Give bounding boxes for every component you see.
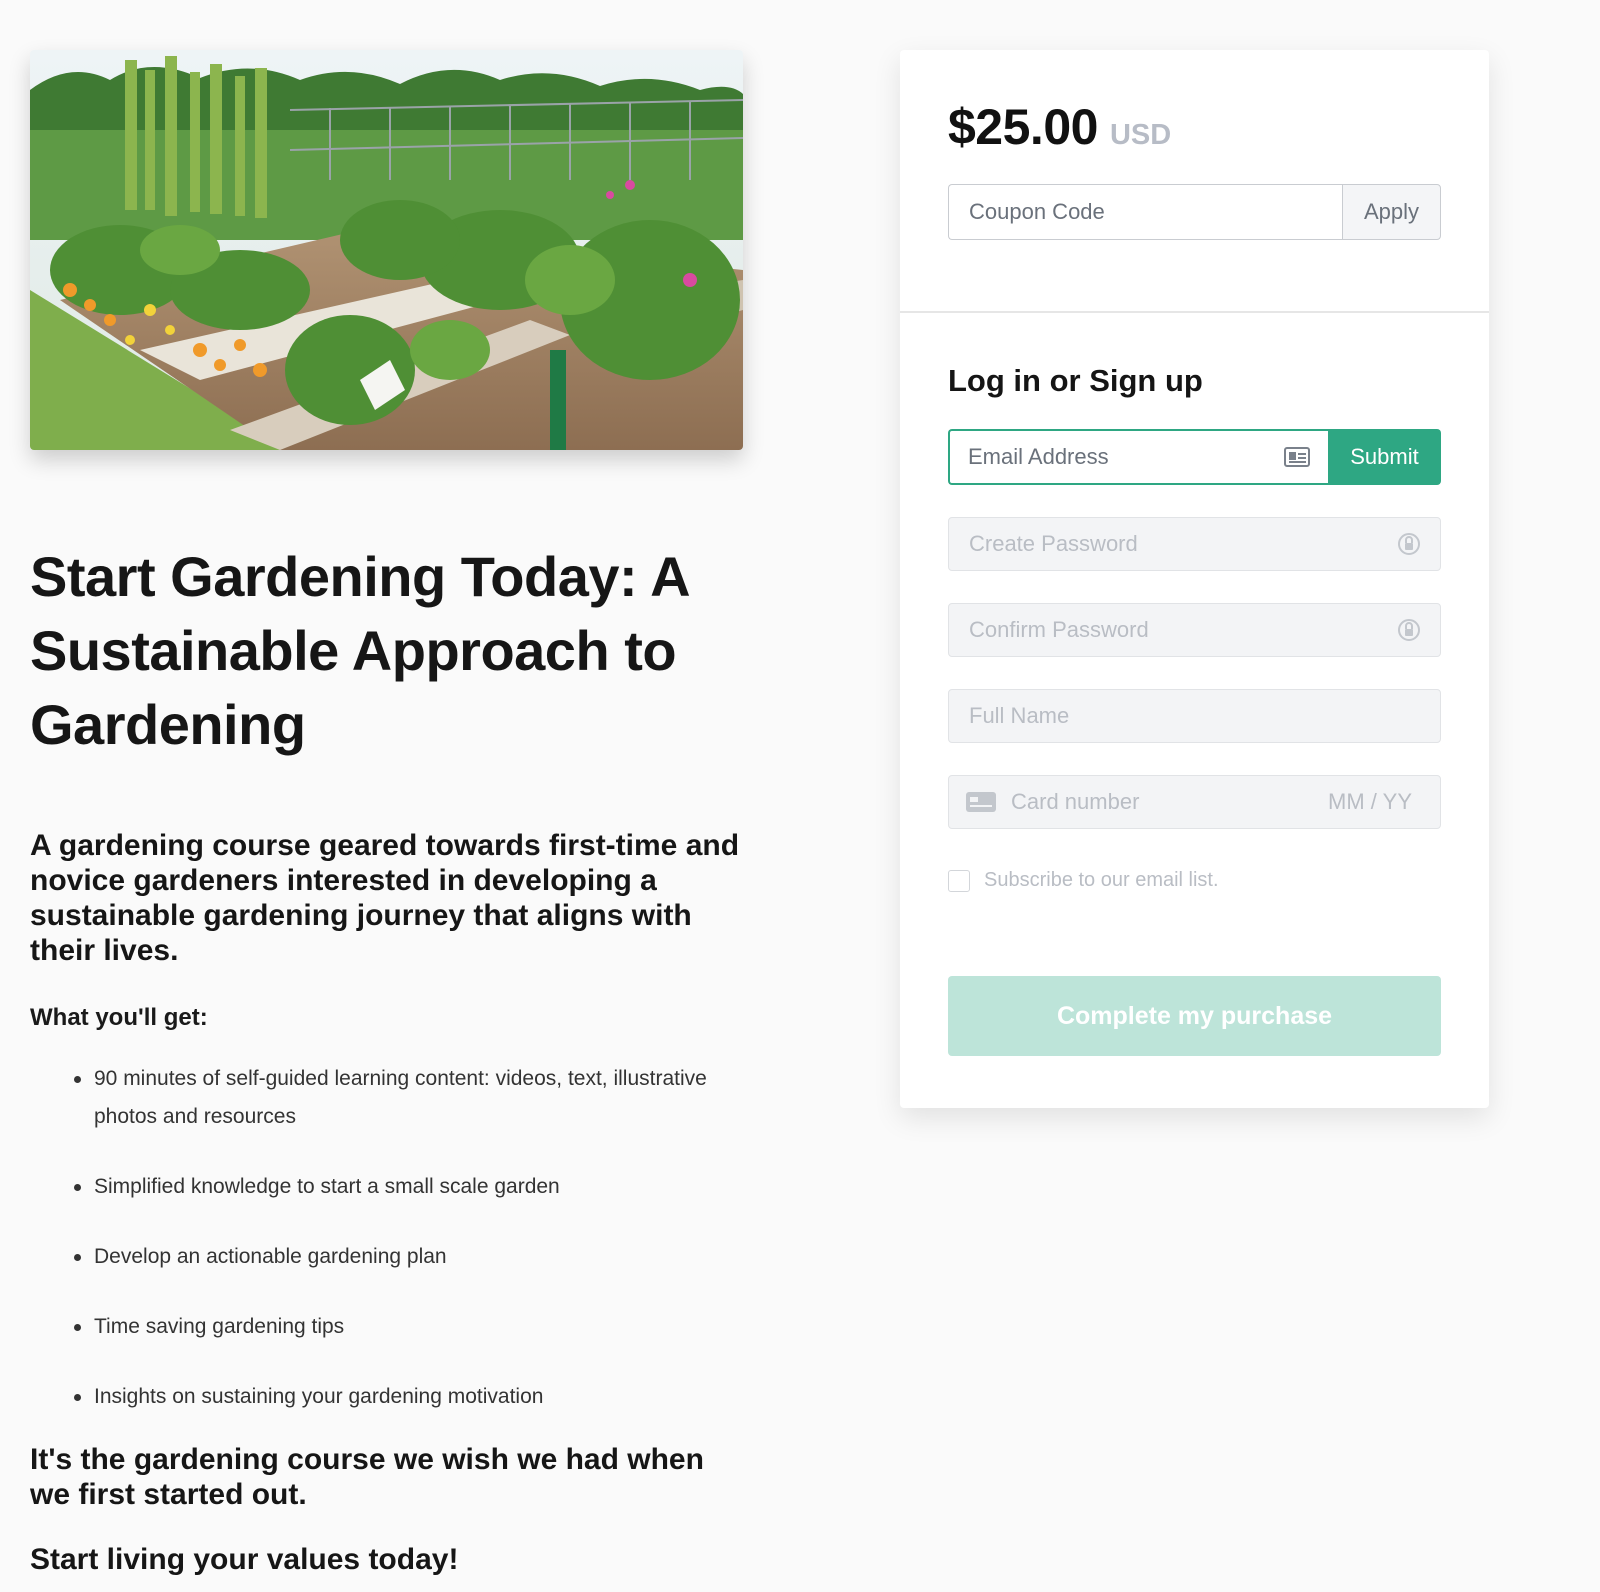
list-item: Develop an actionable gardening plan — [74, 1238, 745, 1276]
confirm-password-placeholder: Confirm Password — [969, 617, 1149, 642]
create-password-field[interactable]: Create Password — [948, 517, 1441, 571]
coupon-row: Coupon Code Apply — [948, 184, 1441, 240]
email-placeholder: Email Address — [968, 444, 1109, 469]
benefits-list: 90 minutes of self-guided learning conte… — [30, 1060, 745, 1416]
price-section: $25.00 USD Coupon Code Apply — [900, 50, 1489, 313]
contact-card-icon — [1284, 447, 1310, 467]
subscribe-label[interactable]: Subscribe to our email list. — [984, 869, 1219, 892]
price: $25.00 USD — [948, 98, 1441, 156]
confirm-password-field[interactable]: Confirm Password — [948, 603, 1441, 657]
checkout-card: $25.00 USD Coupon Code Apply Log in or S… — [900, 50, 1489, 1108]
list-item: Time saving gardening tips — [74, 1308, 745, 1346]
lock-icon — [1398, 533, 1420, 555]
signup-section: Log in or Sign up Email Address Submit C… — [900, 313, 1489, 1056]
create-password-placeholder: Create Password — [969, 531, 1138, 556]
signup-title: Log in or Sign up — [948, 363, 1203, 398]
apply-coupon-button[interactable]: Apply — [1342, 184, 1441, 240]
price-currency: USD — [1109, 119, 1172, 151]
subscribe-row: Subscribe to our email list. — [948, 869, 1441, 892]
lock-icon — [1398, 619, 1420, 641]
email-row: Email Address Submit — [948, 429, 1441, 485]
complete-purchase-button[interactable]: Complete my purchase — [948, 976, 1441, 1056]
full-name-placeholder: Full Name — [969, 703, 1070, 728]
closing-statement: It's the gardening course we wish we had… — [30, 1443, 704, 1511]
price-amount: $25.00 — [948, 99, 1098, 155]
closing-call-to-action: Start living your values today! — [30, 1543, 459, 1576]
credit-card-icon — [966, 792, 996, 812]
card-field[interactable]: Card number MM / YY — [948, 775, 1441, 829]
submit-button[interactable]: Submit — [1328, 429, 1441, 485]
list-item: Insights on sustaining your gardening mo… — [74, 1378, 745, 1416]
card-number-placeholder: Card number — [1011, 789, 1140, 814]
card-expiry-placeholder: MM / YY — [1328, 789, 1412, 814]
course-lede: A gardening course geared towards first-… — [30, 829, 740, 967]
course-title: Start Gardening Today: A Sustainable App… — [30, 545, 688, 756]
list-item: 90 minutes of self-guided learning conte… — [74, 1060, 745, 1136]
email-field[interactable]: Email Address — [948, 429, 1328, 485]
coupon-input[interactable]: Coupon Code — [948, 184, 1342, 240]
hero-image — [30, 50, 743, 450]
what-you-get-heading: What you'll get: — [30, 1004, 208, 1031]
full-name-field[interactable]: Full Name — [948, 689, 1441, 743]
course-details: Start Gardening Today: A Sustainable App… — [30, 50, 745, 1577]
subscribe-checkbox[interactable] — [948, 869, 970, 892]
list-item: Simplified knowledge to start a small sc… — [74, 1168, 745, 1206]
